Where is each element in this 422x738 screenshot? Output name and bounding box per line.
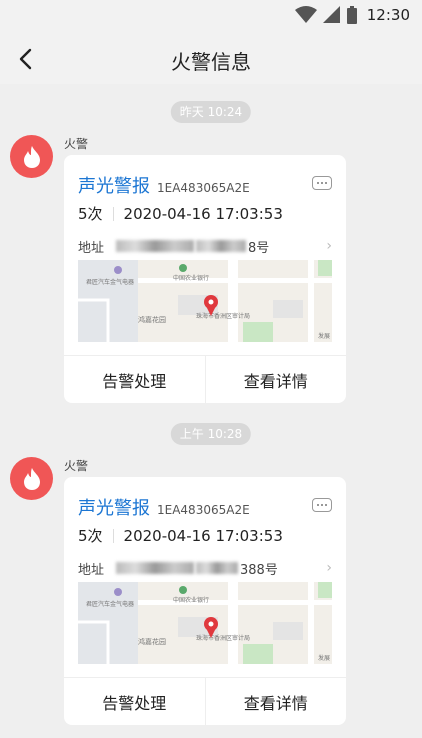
card-header: 声光警报 1EA483065A2E bbox=[78, 172, 250, 198]
device-id: 1EA483065A2E bbox=[157, 181, 250, 195]
address-value: 8号 bbox=[116, 237, 269, 256]
card-header: 声光警报 1EA483065A2E bbox=[78, 494, 250, 520]
map-label: 君匠汽车金气电器 bbox=[86, 600, 134, 608]
address-label: 地址 bbox=[78, 240, 105, 256]
map-label: 中国农业银行 bbox=[173, 596, 209, 604]
wifi-icon bbox=[294, 6, 317, 23]
map-label: 中国农业银行 bbox=[173, 274, 209, 282]
device-id: 1EA483065A2E bbox=[157, 503, 250, 517]
address-row[interactable]: 地址 388号 › bbox=[78, 559, 332, 578]
alarm-card[interactable]: 声光警报 1EA483065A2E 5次 2020-04-16 17:03:53… bbox=[64, 155, 346, 403]
more-icon bbox=[317, 504, 327, 506]
more-button[interactable] bbox=[312, 176, 332, 190]
address-redacted bbox=[116, 240, 195, 252]
map-label: 珠海市香洲区审计局 bbox=[196, 634, 250, 642]
handle-alarm-button[interactable]: 告警处理 bbox=[64, 356, 205, 403]
handle-alarm-button[interactable]: 告警处理 bbox=[64, 678, 205, 725]
message-time: 上午 10:28 bbox=[170, 423, 252, 445]
more-icon bbox=[317, 182, 327, 184]
flame-icon bbox=[23, 145, 40, 168]
alarm-type: 声光警报 bbox=[78, 498, 150, 519]
alarm-count: 5次 bbox=[78, 527, 103, 545]
message-time: 昨天 10:24 bbox=[170, 101, 252, 123]
status-time: 12:30 bbox=[366, 6, 410, 24]
alarm-type: 声光警报 bbox=[78, 176, 150, 197]
location-map[interactable]: 君匠汽车金气电器 中国农业银行 鸿嘉花园 珠海市香洲区审计局 发展 bbox=[78, 582, 332, 664]
location-map[interactable]: 君匠汽车金气电器 中国农业银行 鸿嘉花园 珠海市香洲区审计局 发展 bbox=[78, 260, 332, 342]
alarm-count: 5次 bbox=[78, 205, 103, 223]
chevron-right-icon: › bbox=[326, 238, 332, 254]
signal-icon bbox=[322, 6, 340, 23]
address-redacted bbox=[116, 562, 195, 574]
map-label: 珠海市香洲区审计局 bbox=[196, 312, 250, 320]
map-label: 鸿嘉花园 bbox=[138, 637, 166, 646]
flame-icon bbox=[23, 467, 40, 490]
fire-avatar bbox=[10, 135, 53, 178]
address-row[interactable]: 地址 8号 › bbox=[78, 237, 332, 256]
map-label: 发展 bbox=[318, 332, 330, 340]
status-icons: 12:30 bbox=[294, 6, 410, 24]
alarm-card[interactable]: 声光警报 1EA483065A2E 5次 2020-04-16 17:03:53… bbox=[64, 477, 346, 725]
page-title: 火警信息 bbox=[171, 50, 251, 74]
alarm-datetime: 2020-04-16 17:03:53 bbox=[123, 204, 283, 223]
map-label: 鸿嘉花园 bbox=[138, 315, 166, 324]
view-details-button[interactable]: 查看详情 bbox=[204, 356, 347, 403]
sender-name: 火警 bbox=[64, 137, 89, 151]
address-suffix: 8号 bbox=[248, 240, 270, 256]
divider bbox=[112, 206, 114, 221]
count-row: 5次 2020-04-16 17:03:53 bbox=[78, 525, 283, 546]
address-suffix: 388号 bbox=[240, 562, 278, 578]
address-redacted bbox=[196, 240, 247, 252]
map-label: 君匠汽车金气电器 bbox=[86, 278, 134, 286]
alarm-datetime: 2020-04-16 17:03:53 bbox=[123, 526, 283, 545]
sender-name: 火警 bbox=[64, 459, 89, 473]
battery-icon bbox=[346, 6, 357, 24]
address-redacted bbox=[196, 562, 239, 574]
view-details-button[interactable]: 查看详情 bbox=[204, 678, 347, 725]
map-label: 发展 bbox=[318, 654, 330, 662]
nav-bar: 火警信息 bbox=[0, 34, 422, 84]
fire-avatar bbox=[10, 457, 53, 500]
address-label: 地址 bbox=[78, 562, 105, 578]
divider bbox=[112, 528, 114, 543]
card-actions: 告警处理 查看详情 bbox=[64, 677, 346, 725]
card-actions: 告警处理 查看详情 bbox=[64, 355, 346, 403]
more-button[interactable] bbox=[312, 498, 332, 512]
status-bar: 12:30 bbox=[0, 0, 422, 34]
address-value: 388号 bbox=[116, 559, 278, 578]
chevron-right-icon: › bbox=[326, 560, 332, 576]
count-row: 5次 2020-04-16 17:03:53 bbox=[78, 203, 283, 224]
